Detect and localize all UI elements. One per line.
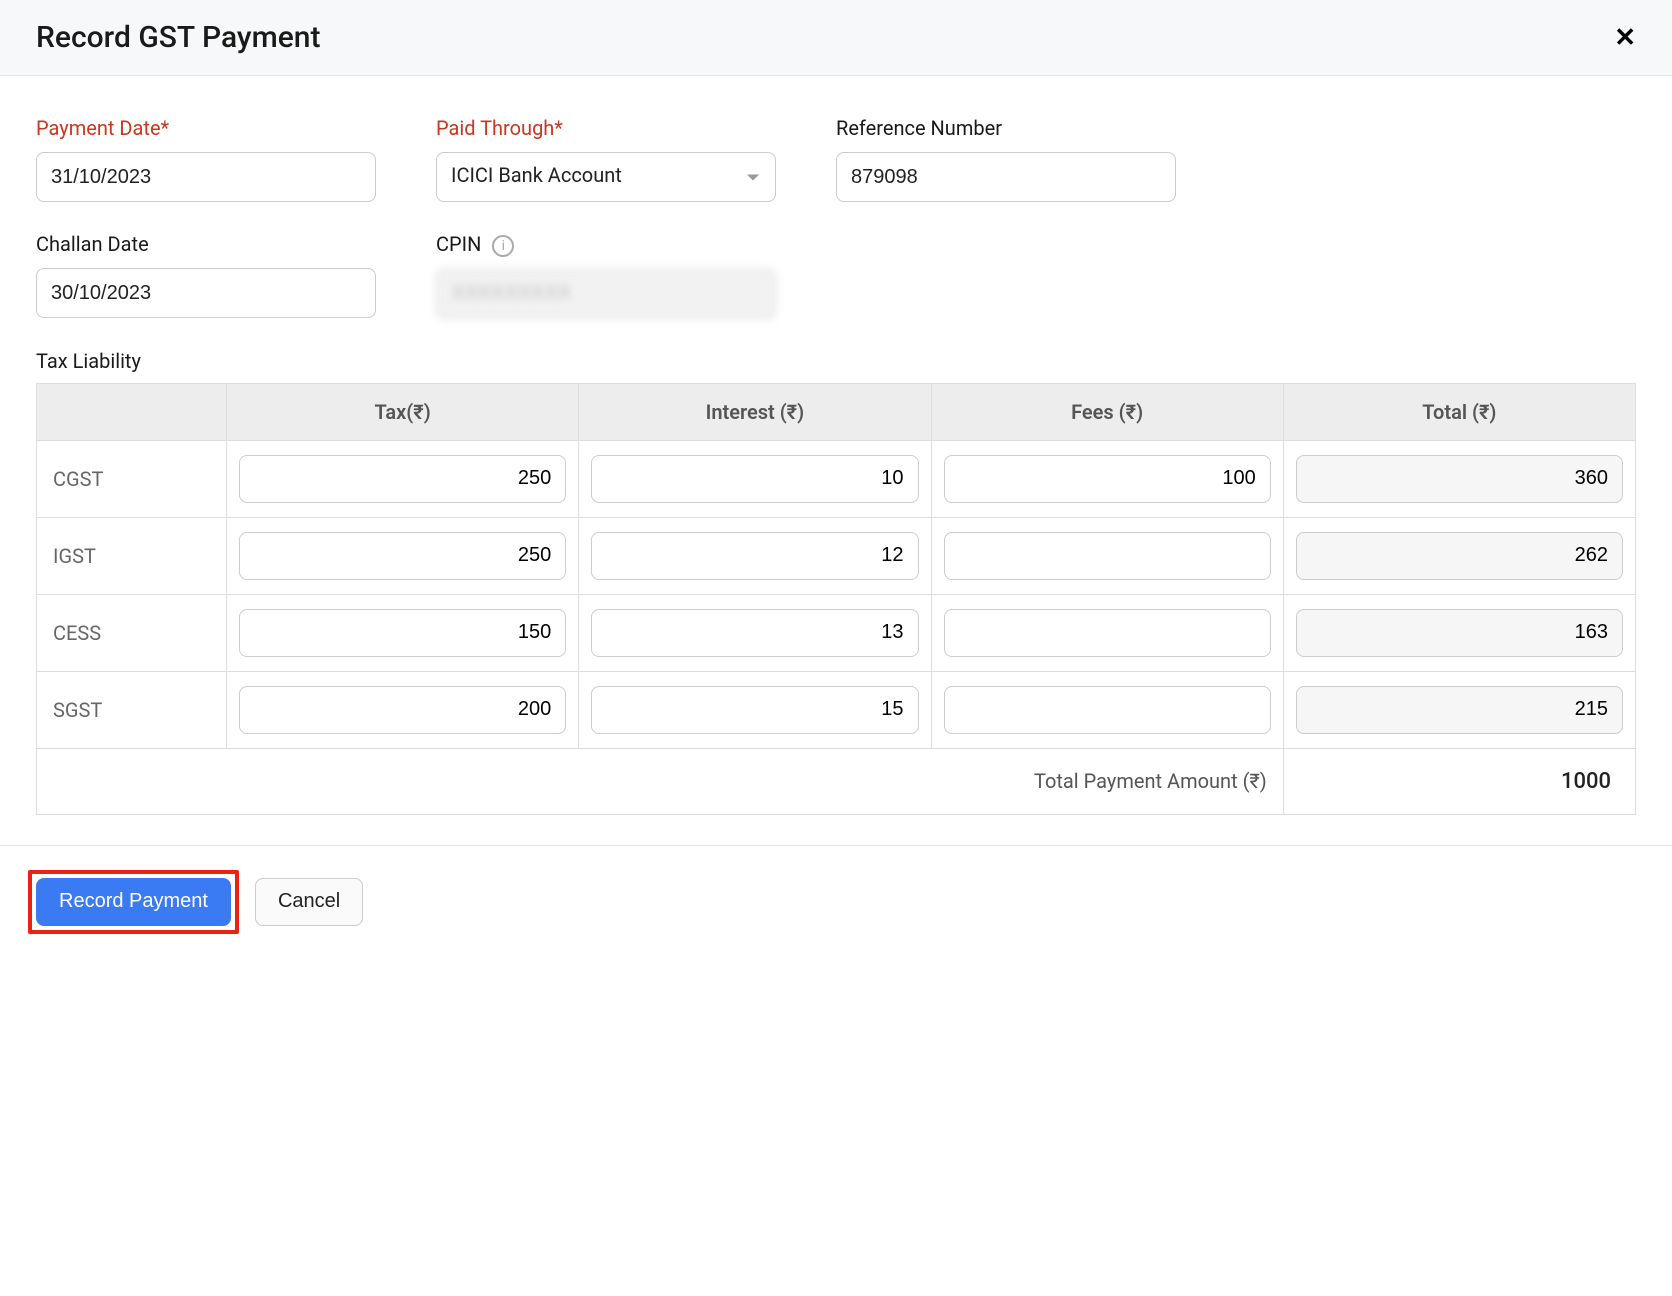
cpin-input[interactable] [436,269,776,319]
table-body: CGST IGST CESS SGST [37,440,1636,814]
cgst-fees-input[interactable] [944,455,1271,503]
challan-date-group: Challan Date [36,232,376,319]
igst-interest-input[interactable] [591,532,918,580]
challan-date-input[interactable] [36,268,376,318]
modal-body: Payment Date* Paid Through* ICICI Bank A… [0,76,1672,845]
cgst-tax-input[interactable] [239,455,566,503]
close-icon[interactable]: ✕ [1614,25,1636,51]
cess-tax-input[interactable] [239,609,566,657]
payment-date-label: Payment Date* [36,116,376,140]
modal-header: Record GST Payment ✕ [0,0,1672,76]
cpin-label-text: CPIN [436,232,481,256]
cess-total-input [1296,609,1623,657]
reference-number-label: Reference Number [836,116,1176,140]
modal-title: Record GST Payment [36,20,320,55]
paid-through-select[interactable]: ICICI Bank Account [436,152,776,202]
table-footer-row: Total Payment Amount (₹) 1000 [37,748,1636,814]
payment-date-group: Payment Date* [36,116,376,202]
sgst-interest-input[interactable] [591,686,918,734]
paid-through-select-wrapper: ICICI Bank Account [436,152,776,202]
col-fees: Fees (₹) [931,383,1283,440]
row-label-cgst: CGST [37,440,227,517]
table-row: CGST [37,440,1636,517]
cess-interest-input[interactable] [591,609,918,657]
sgst-fees-input[interactable] [944,686,1271,734]
col-tax: Tax(₹) [227,383,579,440]
paid-through-label: Paid Through* [436,116,776,140]
reference-number-input[interactable] [836,152,1176,202]
cess-fees-input[interactable] [944,609,1271,657]
col-blank [37,383,227,440]
table-header-row: Tax(₹) Interest (₹) Fees (₹) Total (₹) [37,383,1636,440]
highlight-box: Record Payment [28,870,239,934]
reference-number-group: Reference Number [836,116,1176,202]
table-row: IGST [37,517,1636,594]
col-interest: Interest (₹) [579,383,931,440]
challan-date-label: Challan Date [36,232,376,256]
payment-date-input[interactable] [36,152,376,202]
cpin-label: CPIN i [436,232,776,257]
cpin-group: CPIN i [436,232,776,319]
row-label-sgst: SGST [37,671,227,748]
form-row-2: Challan Date CPIN i [36,232,1636,319]
cgst-total-input [1296,455,1623,503]
sgst-tax-input[interactable] [239,686,566,734]
paid-through-group: Paid Through* ICICI Bank Account [436,116,776,202]
cancel-button[interactable]: Cancel [255,878,363,926]
form-row-1: Payment Date* Paid Through* ICICI Bank A… [36,116,1636,202]
table-row: CESS [37,594,1636,671]
col-total: Total (₹) [1283,383,1635,440]
info-icon[interactable]: i [492,235,514,257]
igst-fees-input[interactable] [944,532,1271,580]
tax-liability-label: Tax Liability [36,349,1636,373]
tax-liability-table: Tax(₹) Interest (₹) Fees (₹) Total (₹) C… [36,383,1636,815]
igst-tax-input[interactable] [239,532,566,580]
total-payment-value: 1000 [1283,748,1635,814]
modal-footer: Record Payment Cancel [0,845,1672,958]
total-payment-label: Total Payment Amount (₹) [37,748,1284,814]
cgst-interest-input[interactable] [591,455,918,503]
sgst-total-input [1296,686,1623,734]
table-row: SGST [37,671,1636,748]
record-payment-button[interactable]: Record Payment [36,878,231,926]
row-label-igst: IGST [37,517,227,594]
igst-total-input [1296,532,1623,580]
row-label-cess: CESS [37,594,227,671]
